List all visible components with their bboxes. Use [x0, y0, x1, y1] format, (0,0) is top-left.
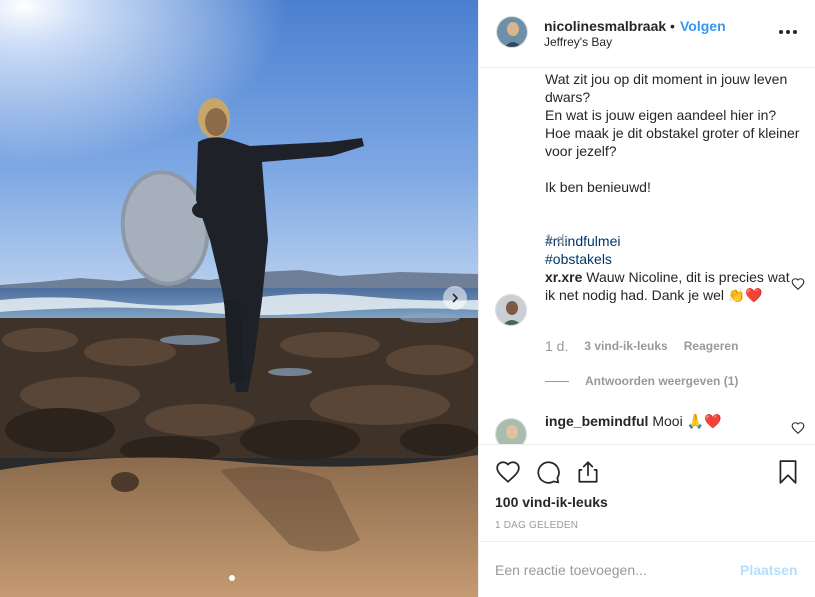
post-comment-button[interactable]: Plaatsen — [740, 562, 798, 578]
commenter-avatar[interactable] — [495, 294, 527, 326]
comment-body: Mooi 🙏❤️ — [652, 413, 722, 429]
caption-text: Wat zit jou op dit moment in jouw leven … — [545, 68, 807, 268]
share-icon[interactable] — [575, 459, 601, 485]
post-location[interactable]: Jeffrey's Bay — [544, 35, 612, 49]
heart-icon[interactable] — [791, 421, 805, 435]
more-options-icon[interactable] — [779, 24, 799, 40]
carousel-indicator — [229, 575, 235, 581]
post-header: nicolinesmalbraak • Volgen Jeffrey's Bay — [479, 0, 815, 68]
comment-item: inge_bemindful Mooi 🙏❤️ — [495, 408, 807, 444]
comment-item: xr.xre Wauw Nicoline, dit is precies wat… — [495, 264, 807, 394]
author-username[interactable]: nicolinesmalbraak — [544, 18, 666, 34]
caption-body: Wat zit jou op dit moment in jouw leven … — [545, 71, 800, 195]
reply-button[interactable]: Reageren — [684, 339, 739, 353]
replies-divider — [545, 380, 569, 382]
author-avatar[interactable] — [496, 16, 528, 48]
comment-text: xr.xre Wauw Nicoline, dit is precies wat… — [545, 268, 791, 304]
follow-button[interactable]: Volgen — [680, 18, 726, 34]
caption-timestamp[interactable]: 1 d. — [545, 231, 568, 247]
heart-icon[interactable] — [791, 277, 805, 291]
comment-text: inge_bemindful Mooi 🙏❤️ — [545, 412, 791, 430]
comment-timestamp[interactable]: 1 d. — [545, 338, 568, 354]
heart-icon[interactable] — [495, 459, 521, 485]
carousel-dot-active — [229, 575, 235, 581]
commenter-username[interactable]: xr.xre — [545, 269, 582, 285]
chevron-right-icon — [452, 293, 459, 303]
avatar-image — [496, 419, 526, 444]
post-photo[interactable] — [0, 0, 478, 597]
view-replies-label: Antwoorden weergeven (1) — [585, 374, 739, 388]
comment-icon[interactable] — [535, 459, 561, 485]
comment-body: Wauw Nicoline, dit is precies wat ik net… — [545, 269, 790, 303]
post-actions: 100 vind-ik-leuks 1 DAG GELEDEN — [479, 444, 815, 541]
likes-count[interactable]: 100 vind-ik-leuks — [495, 494, 608, 510]
bookmark-icon[interactable] — [775, 459, 801, 485]
commenter-username[interactable]: inge_bemindful — [545, 413, 648, 429]
avatar-image — [496, 295, 526, 325]
comment-input[interactable] — [495, 560, 735, 580]
post-date[interactable]: 1 DAG GELEDEN — [495, 520, 578, 531]
comment-meta: 1 d. 3 vind-ik-leuks Reageren — [545, 338, 738, 354]
carousel-next-button[interactable] — [443, 286, 467, 310]
view-replies-button[interactable]: Antwoorden weergeven (1) — [545, 374, 738, 388]
header-separator: • — [670, 18, 675, 34]
avatar-image — [497, 17, 527, 47]
post-sidebar: nicolinesmalbraak • Volgen Jeffrey's Bay… — [478, 0, 815, 597]
commenter-avatar[interactable] — [495, 418, 527, 444]
comment-likes[interactable]: 3 vind-ik-leuks — [584, 339, 667, 353]
beach-surfer-image — [0, 0, 478, 597]
add-comment-form: Plaatsen — [479, 541, 815, 597]
comments-list[interactable]: Wat zit jou op dit moment in jouw leven … — [479, 68, 815, 444]
